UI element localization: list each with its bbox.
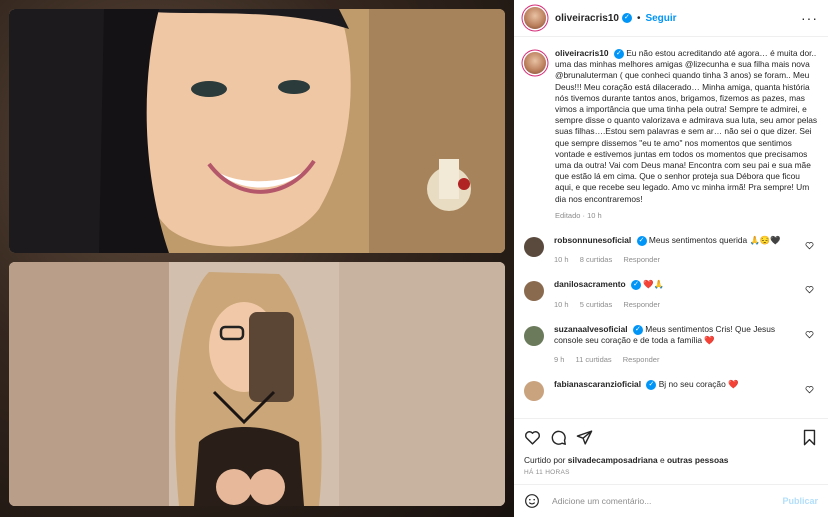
comment-time: 9 h	[554, 355, 565, 365]
comment-likes[interactable]: 8 curtidas	[580, 255, 613, 264]
comment-meta: 9 h 11 curtidas Responder	[554, 354, 789, 365]
heart-icon[interactable]	[805, 385, 814, 394]
comment-username[interactable]: suzanaalvesoficial	[554, 324, 628, 334]
comment-avatar[interactable]	[524, 325, 544, 346]
post-time: HÁ 11 HORAS	[524, 469, 570, 476]
comment-likes[interactable]: 11 curtidas	[576, 355, 612, 364]
post-photo-2	[9, 262, 505, 506]
comment-username[interactable]: robsonnunesoficial	[554, 235, 631, 245]
comment-text: ❤️🙏	[643, 279, 665, 290]
comment-text: Bj no seu coração ❤️	[658, 379, 739, 390]
post-header: oliveiracris10 ✓ • Seguir ···	[514, 0, 828, 37]
caption-meta: Editado · 10 h	[555, 210, 602, 220]
comment-avatar[interactable]	[524, 381, 544, 402]
more-icon[interactable]: ···	[801, 11, 818, 25]
reply-button[interactable]: Responder	[623, 300, 660, 309]
liked-prefix: Curtido por	[524, 455, 566, 465]
comment-username[interactable]: danilosacramento	[554, 279, 626, 289]
post-actions: Curtido por silvadecamposadriana e outra…	[514, 418, 828, 476]
liked-others[interactable]: outras pessoas	[667, 455, 728, 465]
post-caption: oliveiracris10 ✓ Eu não estou acreditand…	[524, 48, 818, 221]
comments-scroll[interactable]: oliveiracris10 ✓ Eu não estou acreditand…	[514, 38, 828, 415]
comment-text: Meus sentimentos querida 🙏😔🖤	[648, 235, 781, 246]
comment-meta: 10 h 8 curtidas Responder	[554, 254, 789, 265]
comment-time: 10 h	[554, 299, 569, 309]
add-comment-bar: Publicar	[514, 484, 828, 517]
heart-icon[interactable]	[805, 241, 814, 250]
separator-dot: •	[636, 12, 641, 24]
reply-button[interactable]: Responder	[623, 255, 660, 264]
comment-avatar[interactable]	[524, 281, 544, 302]
comment-avatar[interactable]	[524, 237, 544, 258]
emoji-icon[interactable]	[524, 493, 540, 509]
save-icon[interactable]	[801, 429, 818, 446]
comment-username[interactable]: fabianascaranzioficial	[554, 379, 641, 389]
liked-by: Curtido por silvadecamposadriana e outra…	[524, 455, 818, 465]
reply-button[interactable]: Responder	[623, 355, 660, 364]
heart-icon[interactable]	[524, 429, 541, 446]
publish-button[interactable]: Publicar	[782, 496, 818, 506]
post-photo-1	[9, 9, 505, 253]
comment-likes[interactable]: 5 curtidas	[580, 300, 613, 309]
comment-item: danilosacramento ✓ ❤️🙏 10 h 5 curtidas R…	[524, 279, 818, 309]
comment-item: suzanaalvesoficial ✓ Meus sentimentos Cr…	[524, 324, 818, 366]
verified-icon: ✓	[632, 324, 643, 335]
heart-icon[interactable]	[805, 330, 814, 339]
comment-icon[interactable]	[550, 429, 567, 446]
verified-icon: ✓	[636, 235, 647, 246]
liked-suffix: e	[659, 455, 665, 465]
share-icon[interactable]	[576, 429, 593, 446]
verified-icon: ✓	[646, 380, 657, 391]
author-username[interactable]: oliveiracris10	[555, 13, 619, 24]
author-avatar[interactable]	[524, 7, 546, 29]
caption-text: Eu não estou acreditando até agora… é mu…	[555, 48, 818, 204]
verified-icon: ✓	[613, 48, 624, 59]
comment-time: 10 h	[554, 255, 569, 265]
post-panel: oliveiracris10 ✓ • Seguir ··· oliveiracr…	[514, 0, 828, 517]
comment-item: robsonnunesoficial ✓ Meus sentimentos qu…	[524, 235, 818, 265]
liked-user[interactable]: silvadecamposadriana	[568, 455, 658, 465]
caption-username[interactable]: oliveiracris10	[555, 48, 609, 58]
follow-button[interactable]: Seguir	[645, 13, 676, 24]
verified-icon: ✓	[631, 280, 642, 291]
caption-avatar[interactable]	[524, 52, 546, 74]
verified-icon: ✓	[621, 13, 632, 23]
heart-icon[interactable]	[805, 285, 814, 294]
comment-meta: 10 h 5 curtidas Responder	[554, 299, 789, 310]
comment-input[interactable]	[552, 496, 783, 506]
post-media	[0, 0, 514, 517]
comment-item: fabianascaranzioficial ✓ Bj no seu coraç…	[524, 379, 818, 402]
